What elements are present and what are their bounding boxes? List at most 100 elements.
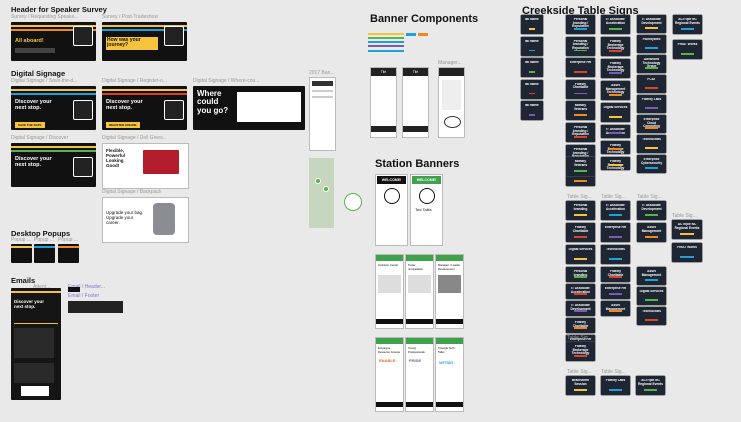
table-sign[interactable]: Fidelity Charitable <box>566 318 595 333</box>
frame-label[interactable]: Table Sig... <box>637 194 662 200</box>
table-sign[interactable]: Enterprise Cybersecurity <box>637 155 666 173</box>
station-banner-young[interactable]: Young Professionals PRIDE <box>405 337 434 412</box>
frame-label[interactable]: Table Sig... <box>601 194 626 200</box>
table-sign[interactable]: Personal branding <box>566 267 595 282</box>
survey-banner-journey[interactable]: How was your journey? <box>102 22 187 61</box>
table-sign[interactable]: Fidelity Labs <box>637 95 666 113</box>
station-banner-triangle[interactable]: Triangle Tech Talks WITSIG <box>435 337 464 412</box>
table-sign[interactable]: ACTriple NC Regional Events <box>673 15 702 34</box>
manager-banner[interactable] <box>438 67 465 138</box>
station-banner-welcome[interactable]: WELCOME! <box>375 174 408 246</box>
desktop-popup[interactable] <box>34 244 55 263</box>
frame-label[interactable]: Digital Signage / Save-the-d... <box>11 78 96 84</box>
table-sign[interactable]: IBI Name <box>521 101 543 120</box>
frame-label[interactable]: 2017 Ban... <box>309 70 334 76</box>
table-sign[interactable]: Asset Management Technology <box>601 81 630 100</box>
station-banner-inclusion[interactable]: Inclusion Center <box>375 254 404 329</box>
station-banner-tower[interactable]: Tower Jumpstation <box>405 254 434 329</box>
frame-label[interactable]: Popup ... <box>58 237 78 243</box>
frame-label[interactable]: Email / Footer <box>68 293 123 299</box>
register-button[interactable]: REGISTER ONLINE <box>106 122 140 128</box>
frame-label[interactable]: Survey / Post-Tradeshow <box>102 14 182 20</box>
tile-banner[interactable]: Tile <box>402 67 429 138</box>
table-sign[interactable]: Enterprise HR <box>601 223 630 242</box>
table-sign[interactable]: Military Veterans <box>566 157 595 176</box>
frame-label[interactable]: Popup ... <box>34 237 54 243</box>
table-sign[interactable]: Fidelity Labs <box>601 376 630 395</box>
table-sign[interactable]: Enterprise Cloud Computing <box>637 115 666 133</box>
table-sign[interactable]: Digital Services <box>637 287 666 305</box>
save-the-date-button[interactable]: SAVE THE DATE <box>15 122 45 128</box>
frame-label[interactable]: Manager... <box>438 60 466 66</box>
table-sign[interactable]: IT Associate Development <box>566 301 595 316</box>
frame-label[interactable]: Popup ... <box>11 237 31 243</box>
table-sign[interactable]: IT Associate Acceleration <box>601 201 630 220</box>
station-banner-employee[interactable]: Employee Resource Groups ENABLE <box>375 337 404 412</box>
signage-discover[interactable]: Discover your next stop. <box>11 143 96 187</box>
signage-dell[interactable]: Flexible, Powerful Looking Good! <box>102 143 189 189</box>
frame-label[interactable]: Survey / Requesting Speake... <box>11 14 96 20</box>
table-sign[interactable]: IBI Name <box>521 15 543 34</box>
table-sign[interactable]: Technocrats <box>637 307 666 325</box>
table-sign[interactable]: ACTriple NC Regional Events <box>672 220 702 239</box>
banner-2017[interactable] <box>309 77 336 151</box>
signage-save-the-date[interactable]: Discover your next stop. SAVE THE DATE <box>11 86 96 130</box>
table-sign[interactable]: Fidelity Brokerage Technology <box>601 37 630 56</box>
table-sign[interactable]: Technocrats <box>601 245 630 264</box>
table-sign[interactable]: Fidelity Charitable <box>601 267 630 282</box>
banner-2017-green[interactable] <box>309 158 334 228</box>
table-sign[interactable]: FidelityWeb <box>637 35 666 53</box>
table-sign[interactable]: Personal branding / Reputation <box>566 36 595 56</box>
frame-label[interactable]: Digital Signage / Register-o... <box>102 78 187 84</box>
desktop-popup[interactable] <box>11 244 32 263</box>
email-header-thumb[interactable] <box>68 287 80 292</box>
frame-label[interactable]: Digital Signage / Where-cou... <box>193 78 278 84</box>
survey-banner-all-aboard[interactable]: All aboard! <box>11 22 96 61</box>
station-banner-ted[interactable]: WELCOME! Ted Talks <box>410 174 443 246</box>
table-sign[interactable]: Military Veterans <box>566 101 595 120</box>
transit-lines-component[interactable] <box>368 33 404 48</box>
frame-label[interactable]: Digital Signage / Dell Gives... <box>102 135 187 141</box>
color-chip[interactable] <box>418 33 428 36</box>
table-sign[interactable]: Fidelity Brokerage Technology <box>601 59 630 78</box>
avatar-icon[interactable] <box>344 193 362 211</box>
table-sign[interactable]: IBI Name <box>521 58 543 77</box>
table-sign[interactable]: Personal branding / Reputation <box>566 123 595 142</box>
frame-label[interactable]: Digital Signage / Backpack <box>102 189 187 195</box>
table-sign[interactable]: Enterprise HR <box>601 284 630 299</box>
color-chip[interactable] <box>406 33 416 36</box>
table-sign[interactable]: Asset Management <box>637 223 666 242</box>
table-sign[interactable]: Fidelity Brokerage Technology <box>601 141 630 154</box>
table-sign[interactable]: Digital Services <box>601 103 630 122</box>
table-sign[interactable]: IT Associate Acceleration <box>566 284 595 299</box>
table-sign[interactable]: IT Associate Acceleration <box>601 15 630 34</box>
table-sign[interactable]: Personal branding / Reputation <box>566 15 595 34</box>
table-sign[interactable]: Asset Management <box>601 301 630 316</box>
table-sign[interactable]: Fidelity Charitable <box>566 223 595 242</box>
frame-label[interactable]: Table Sig... <box>567 194 592 200</box>
table-sign[interactable]: FRIAT Works <box>673 40 702 59</box>
table-sign[interactable]: Advanced Technology Group <box>637 55 666 73</box>
table-sign[interactable]: Fidelity Brokerage Technology <box>566 342 595 361</box>
table-sign[interactable]: IT Associate Development <box>637 15 666 33</box>
signage-where-could[interactable]: Where could you go? <box>193 86 305 130</box>
station-banner-manager[interactable]: Manager / Leader Development <box>435 254 464 329</box>
email-footer-thumb[interactable] <box>68 301 123 313</box>
table-sign[interactable]: Technocrats <box>637 135 666 153</box>
email-template[interactable]: Discover your next stop. <box>11 288 61 400</box>
table-sign[interactable]: Personal branding <box>566 201 595 220</box>
table-sign[interactable]: IT Associate Development <box>637 201 666 220</box>
table-sign[interactable]: Enterprise HR <box>566 58 595 77</box>
table-sign[interactable]: Digital Services <box>566 245 595 264</box>
table-sign[interactable]: Brainstorm Session <box>566 376 595 395</box>
table-sign[interactable]: Fidelity Charitable <box>566 79 595 99</box>
table-sign[interactable]: ACTriple NC Regional Events <box>636 376 665 395</box>
frame-label[interactable]: Table Sig... <box>601 369 626 375</box>
frame-label[interactable]: Table Sig... <box>567 335 592 341</box>
table-sign[interactable]: IBI Name <box>521 36 543 56</box>
signage-register[interactable]: Discover your next stop. REGISTER ONLINE <box>102 86 187 130</box>
frame-label[interactable]: Table Sig... <box>672 213 697 219</box>
frame-label[interactable]: Table Sig... <box>567 369 592 375</box>
frame-label[interactable]: Digital Signage / Discover <box>11 135 96 141</box>
table-sign[interactable]: IT Associate Acceleration <box>601 125 630 138</box>
